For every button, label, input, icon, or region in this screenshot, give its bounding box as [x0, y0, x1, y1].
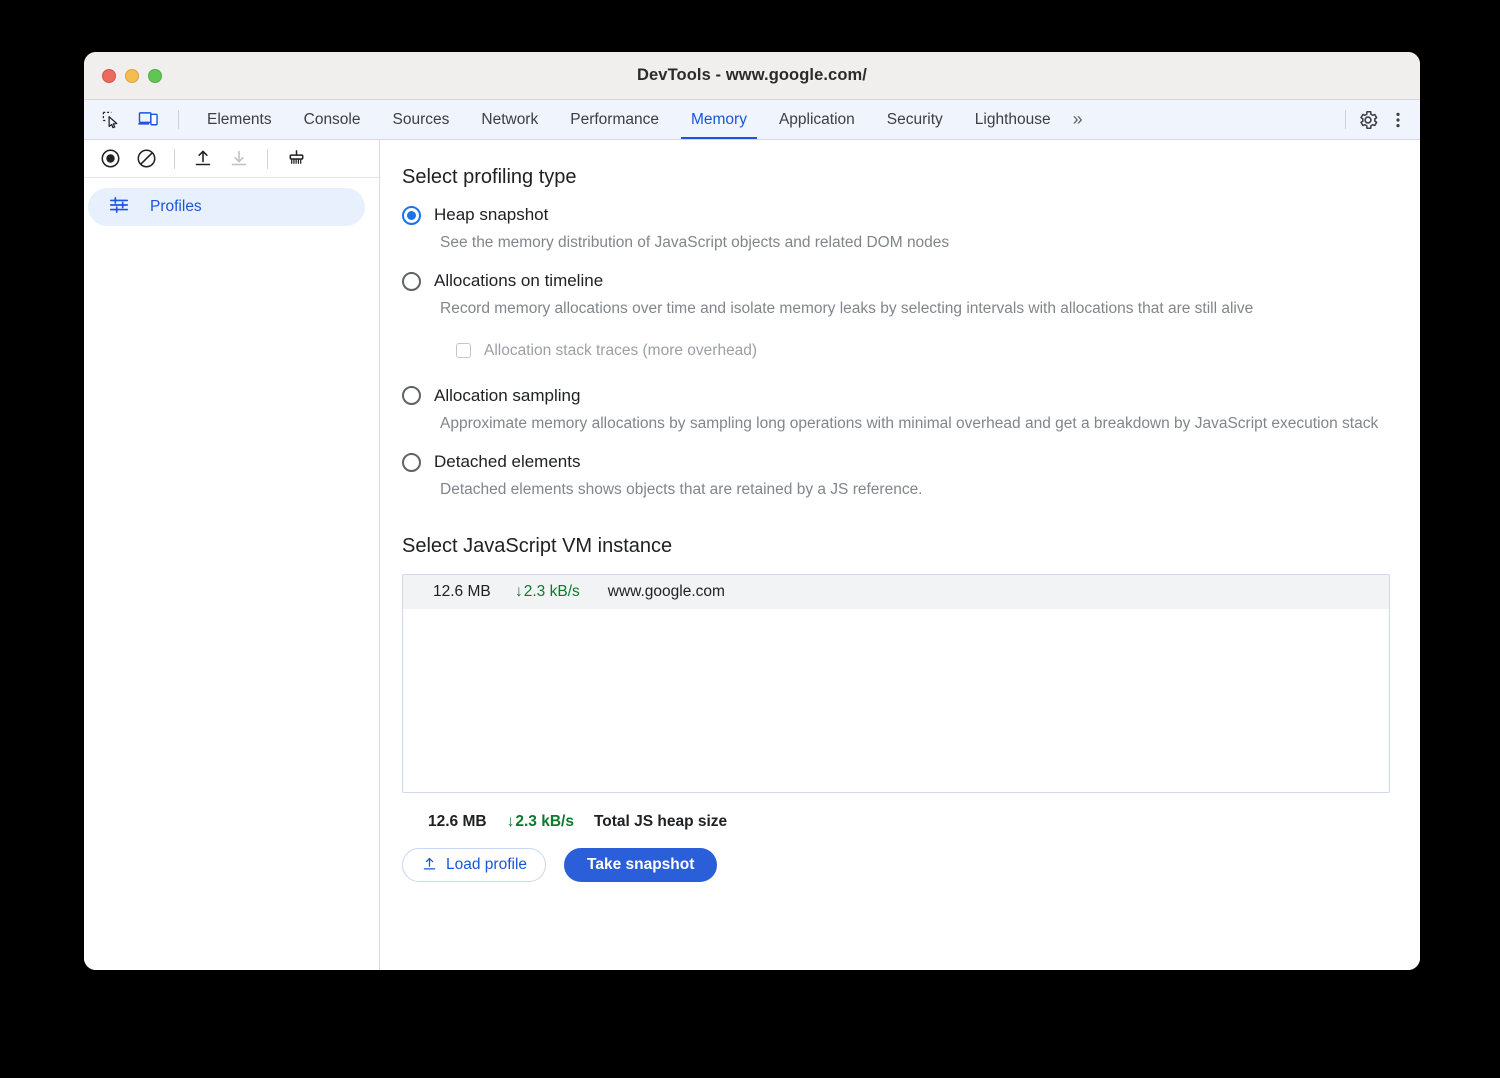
tab-label: Security	[887, 111, 943, 129]
option-label: Detached elements	[434, 452, 580, 472]
tab-label: Lighthouse	[975, 111, 1051, 129]
total-heap-label: Total JS heap size	[594, 813, 727, 831]
tab-security[interactable]: Security	[871, 100, 959, 139]
tab-memory[interactable]: Memory	[675, 100, 763, 139]
devtools-tabstrip: Elements Console Sources Network Perform…	[84, 100, 1420, 140]
tab-label: Elements	[207, 111, 272, 129]
checkbox-allocation-stack-traces	[456, 343, 471, 358]
upload-icon	[421, 856, 438, 873]
radio-heap-snapshot[interactable]	[402, 206, 421, 225]
window-title: DevTools - www.google.com/	[84, 66, 1420, 85]
total-heap-summary: 12.6 MB ↓2.3 kB/s Total JS heap size	[428, 813, 1390, 831]
record-button[interactable]	[96, 145, 124, 173]
vm-instance-heading: Select JavaScript VM instance	[402, 535, 1390, 558]
profiling-option-allocations-on-timeline[interactable]: Allocations on timeline Record memory al…	[402, 271, 1390, 359]
tab-label: Console	[304, 111, 361, 129]
take-snapshot-label: Take snapshot	[587, 856, 694, 874]
option-description: Record memory allocations over time and …	[440, 298, 1390, 319]
option-description: Approximate memory allocations by sampli…	[440, 413, 1390, 434]
option-label: Allocation sampling	[434, 386, 580, 406]
tab-elements[interactable]: Elements	[191, 100, 288, 139]
sidebar-item-profiles[interactable]: Profiles	[88, 188, 365, 226]
profiling-option-allocation-sampling[interactable]: Allocation sampling Approximate memory a…	[402, 386, 1390, 434]
inspect-tools	[96, 100, 172, 139]
tab-performance[interactable]: Performance	[554, 100, 675, 139]
action-buttons: Load profile Take snapshot	[402, 848, 1390, 882]
vm-instance-list[interactable]: 12.6 MB ↓2.3 kB/s www.google.com	[402, 574, 1390, 793]
collect-garbage-button[interactable]	[282, 145, 310, 173]
load-profile-label: Load profile	[446, 856, 527, 874]
sidebar-item-label: Profiles	[150, 198, 202, 216]
memory-main-panel: Select profiling type Heap snapshot See …	[380, 140, 1420, 970]
gear-icon[interactable]	[1354, 106, 1382, 134]
devtools-body: Profiles Select profiling type Heap snap…	[84, 140, 1420, 970]
save-profile-button	[225, 145, 253, 173]
tab-label: Memory	[691, 111, 747, 129]
option-label: Heap snapshot	[434, 205, 548, 225]
option-row[interactable]: Detached elements	[402, 452, 1390, 472]
tab-application[interactable]: Application	[763, 100, 871, 139]
take-snapshot-button[interactable]: Take snapshot	[564, 848, 717, 882]
option-description: Detached elements shows objects that are…	[440, 479, 1390, 500]
sidebar-toolbar-divider-2	[267, 149, 268, 169]
memory-sidebar: Profiles	[84, 140, 380, 970]
device-toolbar-icon[interactable]	[134, 106, 162, 134]
vm-url: www.google.com	[608, 583, 725, 601]
clear-button[interactable]	[132, 145, 160, 173]
more-vertical-icon[interactable]	[1384, 106, 1412, 134]
tab-console[interactable]: Console	[288, 100, 377, 139]
inspect-element-icon[interactable]	[96, 106, 124, 134]
total-heap-rate: ↓2.3 kB/s	[507, 813, 574, 831]
panel-tabs: Elements Console Sources Network Perform…	[191, 100, 1093, 139]
option-description: See the memory distribution of JavaScrip…	[440, 232, 1390, 253]
total-rate-value: 2.3 kB/s	[515, 813, 574, 831]
tab-lighthouse[interactable]: Lighthouse	[959, 100, 1067, 139]
radio-allocations-on-timeline[interactable]	[402, 272, 421, 291]
devtools-window: DevTools - www.google.com/	[84, 52, 1420, 970]
option-row[interactable]: Allocations on timeline	[402, 271, 1390, 291]
profiling-option-detached-elements[interactable]: Detached elements Detached elements show…	[402, 452, 1390, 500]
actions-divider	[1345, 110, 1346, 129]
tabstrip-actions	[1339, 100, 1412, 139]
vm-instance-row[interactable]: 12.6 MB ↓2.3 kB/s www.google.com	[403, 575, 1389, 609]
load-profile-button[interactable]: Load profile	[402, 848, 546, 882]
tab-label: Network	[481, 111, 538, 129]
option-row[interactable]: Heap snapshot	[402, 205, 1390, 225]
sidebar-toolbar-divider	[174, 149, 175, 169]
vm-rate-value: 2.3 kB/s	[524, 583, 580, 601]
tab-label: Sources	[393, 111, 450, 129]
checkbox-label: Allocation stack traces (more overhead)	[484, 342, 757, 360]
tab-network[interactable]: Network	[465, 100, 554, 139]
memory-sidebar-toolbar	[84, 140, 379, 178]
load-profile-button[interactable]	[189, 145, 217, 173]
toolbar-divider	[178, 110, 179, 129]
vm-rate: ↓2.3 kB/s	[515, 583, 580, 601]
tab-sources[interactable]: Sources	[377, 100, 466, 139]
title-bar: DevTools - www.google.com/	[84, 52, 1420, 100]
profiling-type-heading: Select profiling type	[402, 166, 1390, 189]
radio-allocation-sampling[interactable]	[402, 386, 421, 405]
down-arrow-icon: ↓	[515, 583, 523, 601]
radio-detached-elements[interactable]	[402, 453, 421, 472]
total-heap-size-value: 12.6 MB	[428, 813, 487, 831]
vm-heap-size: 12.6 MB	[433, 583, 495, 601]
profiling-option-heap-snapshot[interactable]: Heap snapshot See the memory distributio…	[402, 205, 1390, 253]
more-tabs-icon[interactable]: »	[1067, 100, 1093, 139]
tab-label: Application	[779, 111, 855, 129]
option-row[interactable]: Allocation sampling	[402, 386, 1390, 406]
option-label: Allocations on timeline	[434, 271, 603, 291]
tab-label: Performance	[570, 111, 659, 129]
down-arrow-icon: ↓	[507, 813, 515, 831]
allocation-stack-traces-row: Allocation stack traces (more overhead)	[456, 342, 1390, 360]
tune-sliders-icon	[108, 194, 130, 221]
